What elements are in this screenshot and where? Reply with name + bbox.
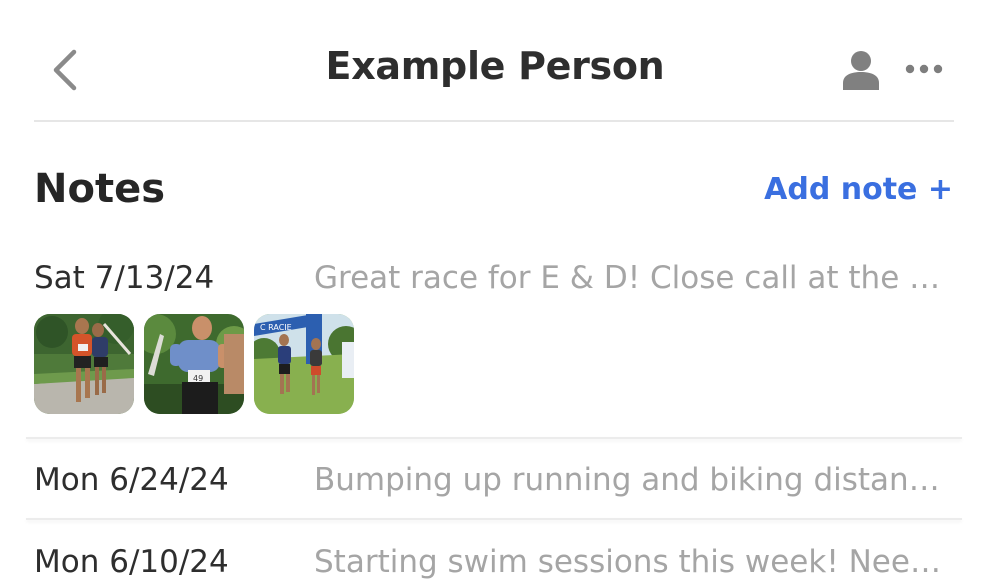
race-photo-image [34,314,134,414]
note-photo[interactable]: C RACIE [254,314,354,414]
person-icon [843,51,879,90]
note-date: Mon 6/24/24 [34,462,229,498]
notes-section-title: Notes [34,166,166,212]
note-date: Sat 7/13/24 [34,260,215,296]
note-separator [26,518,962,520]
header-divider [34,120,954,122]
note-preview: Great race for E & D! Close call at the … [314,260,954,296]
add-note-button[interactable]: Add note + [764,172,953,207]
svg-text:49: 49 [193,374,203,383]
nav-header: Example Person [0,0,990,122]
note-separator [26,437,962,439]
svg-text:C RACIE: C RACIE [260,323,292,332]
note-date: Mon 6/10/24 [34,544,229,580]
more-options-button[interactable] [902,56,946,82]
note-photo[interactable] [34,314,134,414]
contact-profile-button[interactable] [840,50,882,90]
race-photo-image: C RACIE [254,314,354,414]
note-preview: Bumping up running and biking distances… [314,462,954,498]
note-item[interactable]: Mon 6/24/24 Bumping up running and bikin… [26,460,962,516]
note-item[interactable]: Mon 6/10/24 Starting swim sessions this … [26,542,962,584]
note-item[interactable]: Sat 7/13/24 Great race for E & D! Close … [26,258,962,424]
race-photo-image: 49 [144,314,244,414]
note-photo[interactable]: 49 [144,314,244,414]
note-preview: Starting swim sessions this week! Need t… [314,544,954,580]
more-horizontal-icon [905,64,943,74]
